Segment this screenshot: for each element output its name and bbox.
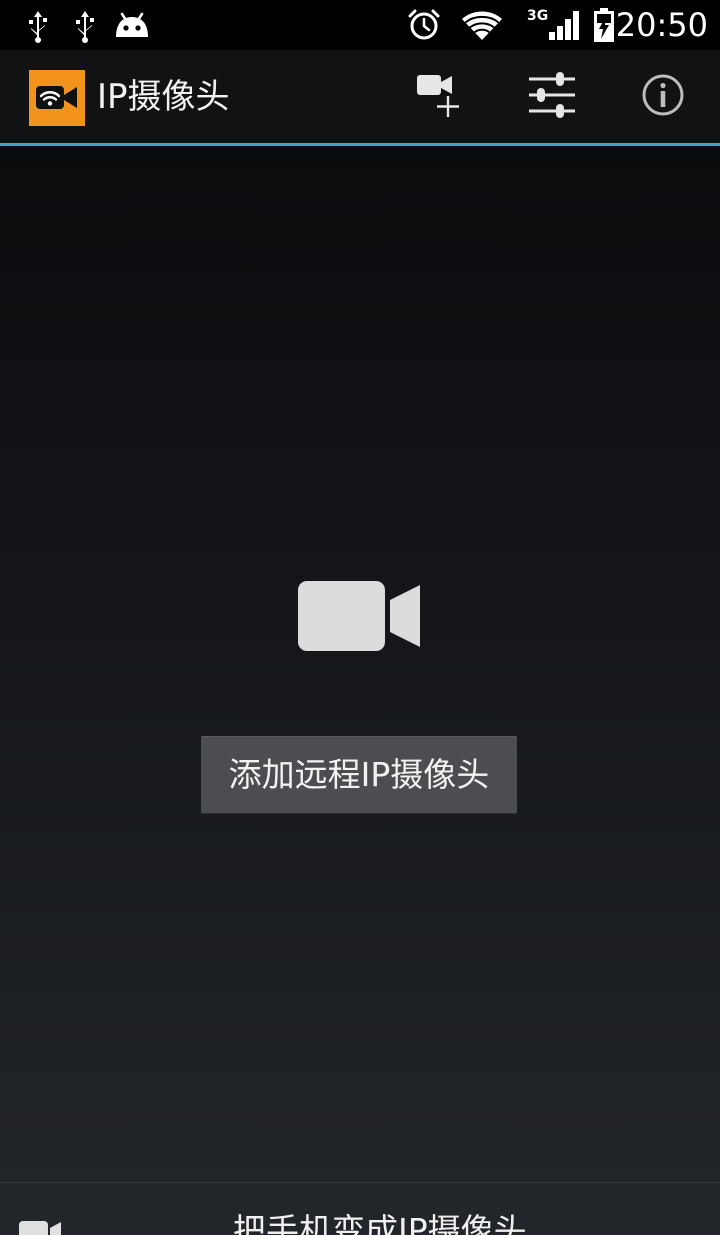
action-bar: IP摄像头 [0, 50, 720, 143]
info-button[interactable] [613, 50, 713, 143]
add-remote-camera-button[interactable]: 添加远程IP摄像头 [201, 736, 517, 814]
wifi-icon [460, 10, 504, 46]
screen: 3G 20:50 IP摄像头 添加远程IP摄像头 把手机变成IP摄像头 [0, 0, 720, 1235]
status-time: 20:50 [615, 6, 708, 44]
settings-sliders-icon [527, 70, 577, 124]
signal-icon [548, 9, 580, 45]
video-camera-icon [296, 580, 422, 652]
add-camera-icon [416, 71, 462, 123]
battery-charging-icon [592, 7, 616, 47]
add-camera-button[interactable] [389, 50, 489, 143]
android-debug-icon [113, 11, 151, 43]
network-type-label: 3G [527, 8, 549, 24]
use-phone-as-camera-label: 把手机变成IP摄像头 [233, 1211, 527, 1235]
info-icon [641, 73, 685, 121]
status-bar: 3G 20:50 [0, 0, 720, 50]
alarm-icon [407, 8, 441, 46]
video-camera-icon [18, 1219, 62, 1235]
main-content: 添加远程IP摄像头 [0, 146, 720, 1182]
usb-icon [24, 9, 52, 47]
camera-wifi-logo[interactable] [29, 70, 85, 126]
settings-button[interactable] [502, 50, 602, 143]
app-title: IP摄像头 [97, 77, 230, 117]
bottom-bar[interactable]: 把手机变成IP摄像头 [0, 1182, 720, 1235]
usb-icon [71, 9, 99, 47]
